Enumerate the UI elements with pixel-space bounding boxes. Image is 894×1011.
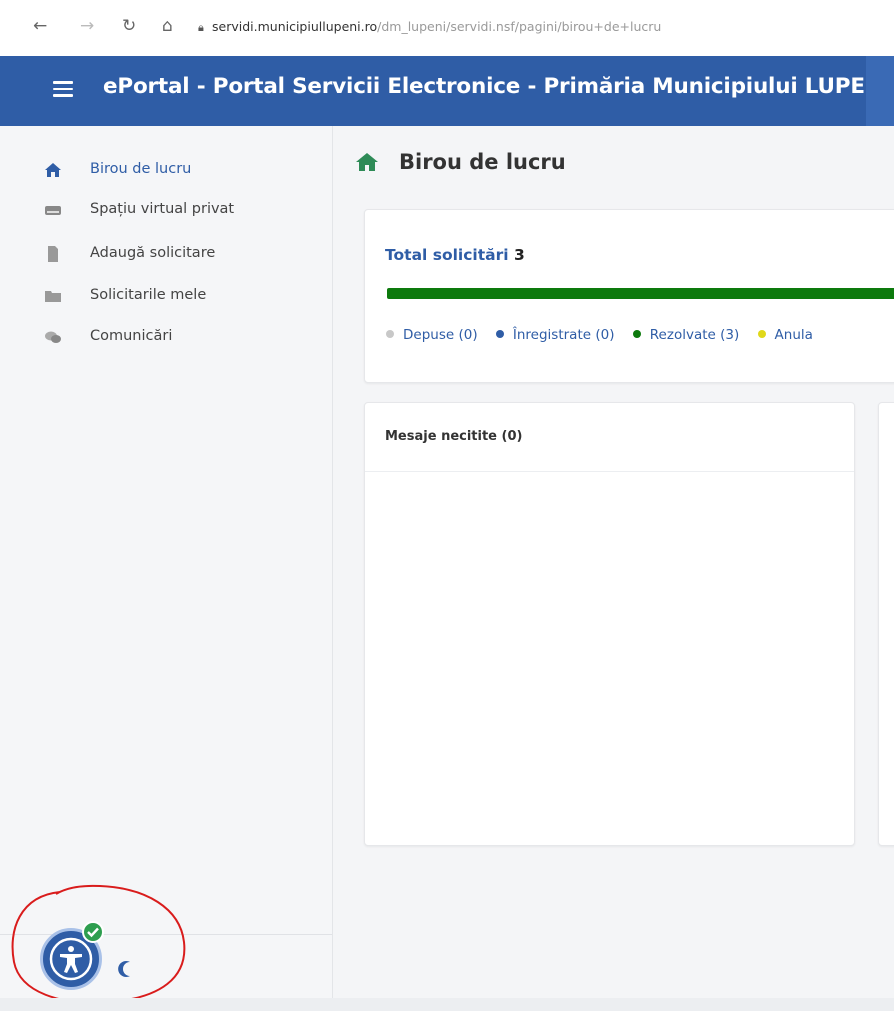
home-browser-icon[interactable]: ⌂ [162,15,173,37]
legend-depuse[interactable]: Depuse (0) [386,327,478,343]
unread-messages-title: Mesaje necitite (0) [385,429,523,444]
browser-toolbar: ← → ↻ ⌂ 🔒︎ servidi.municipiullupeni.ro/dm… [0,0,894,56]
legend-dot [757,330,766,338]
sidebar-item-label: Spațiu virtual privat [90,201,235,217]
total-requests-text: Total solicitări [385,246,509,264]
app-title: ePortal - Portal Servicii Electronice - … [103,74,891,99]
secondary-card [878,402,894,846]
legend-label: Rezolvate (3) [649,327,740,343]
legend-label: Depuse (0) [403,327,478,343]
total-requests-count: 3 [513,246,525,264]
unread-messages-header: Mesaje necitite (0) [365,403,854,472]
legend-inregistrate[interactable]: Înregistrate (0) [495,327,615,343]
total-requests-card: Total solicitări 3 Depuse (0) Înregistra… [364,209,894,383]
status-legend: Depuse (0) Înregistrate (0) Rezolvate (3… [386,327,827,343]
comments-icon [45,331,61,343]
file-icon [48,246,58,262]
unread-messages-card: Mesaje necitite (0) [364,402,855,846]
sidebar-item-label: Comunicări [90,328,173,344]
legend-dot [632,330,641,338]
app-header: ePortal - Portal Servicii Electronice - … [0,56,894,126]
sidebar: Birou de lucru Spațiu virtual privat Ada… [0,126,333,998]
sidebar-item-label: Adaugă solicitare [90,245,216,261]
legend-dot [495,330,504,338]
header-edge [866,56,894,126]
legend-label: Înregistrate (0) [512,327,615,343]
legend-dot [386,330,394,338]
moon-icon[interactable] [116,958,138,980]
footer-line [0,998,894,1011]
sidebar-item-label: Solicitarile mele [90,287,207,303]
legend-label: Anula [774,327,813,343]
check-icon [82,921,104,943]
folder-icon [45,291,61,302]
drive-icon [45,206,61,215]
home-icon [356,153,378,171]
total-requests-label: Total solicitări 3 [385,246,525,264]
main-content: Birou de lucru Total solicitări 3 Depuse… [333,126,894,998]
address-bar[interactable]: 🔒︎ servidi.municipiullupeni.ro/dm_lupeni/… [198,14,894,40]
requests-progress-bar [387,288,894,299]
menu-icon[interactable] [53,81,73,97]
back-icon[interactable]: ← [33,15,47,37]
home-icon [45,163,61,177]
forward-icon[interactable]: → [80,15,94,37]
page-title-text: Birou de lucru [399,150,566,174]
reload-icon[interactable]: ↻ [122,15,136,37]
legend-rezolvate[interactable]: Rezolvate (3) [632,327,740,343]
legend-anulate[interactable]: Anula [757,327,813,343]
url-host: servidi.municipiullupeni.ro [212,19,378,34]
url-path: /dm_lupeni/servidi.nsf/pagini/birou+de+l… [377,19,662,34]
lock-icon: 🔒︎ [198,21,204,34]
sidebar-item-label: Birou de lucru [90,161,192,177]
